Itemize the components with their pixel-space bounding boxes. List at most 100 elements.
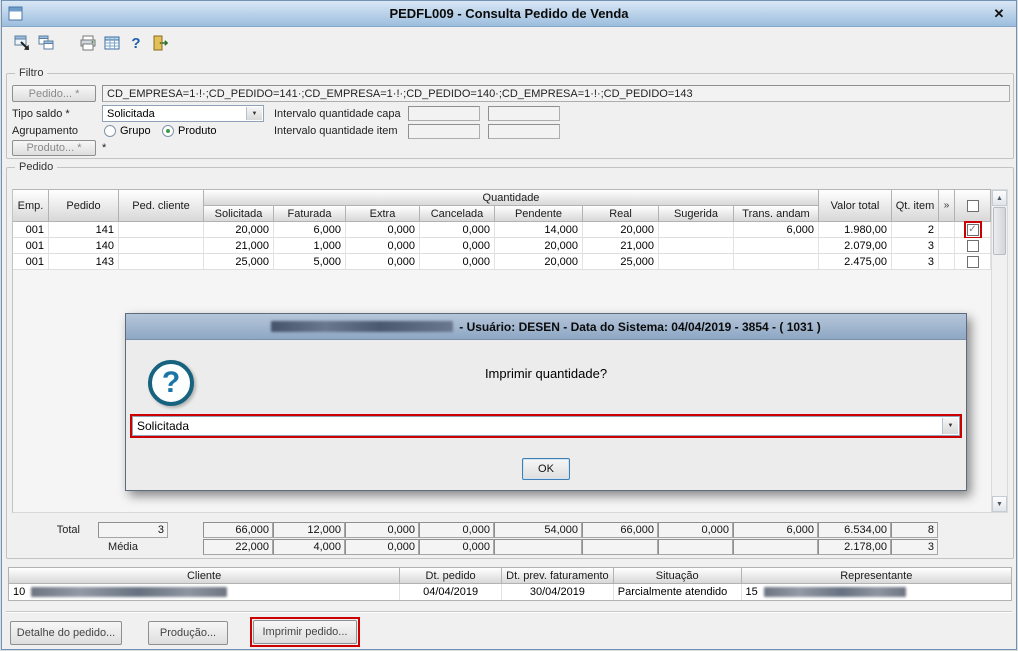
column-header-ped-cliente[interactable]: Ped. cliente (119, 190, 204, 222)
scrollbar-thumb[interactable] (993, 207, 1006, 255)
radio-grupo-icon[interactable] (104, 125, 116, 137)
cell-real[interactable]: 21,000 (583, 238, 659, 254)
cell-pendente[interactable]: 14,000 (495, 222, 583, 238)
detalhe-pedido-button[interactable]: Detalhe do pedido... (10, 621, 122, 645)
cell-ped-cliente[interactable] (119, 238, 204, 254)
column-header-dt-prev-faturamento[interactable]: Dt. prev. faturamento (502, 568, 614, 584)
chevron-down-icon[interactable]: ▼ (942, 418, 958, 434)
cliente-row[interactable]: 10 04/04/2019 30/04/2019 Parcialmente at… (9, 584, 1011, 600)
cell-pendente[interactable]: 20,000 (495, 238, 583, 254)
help-button[interactable]: ? (124, 31, 148, 55)
pedido-filter-button[interactable]: Pedido... * (12, 85, 96, 102)
radio-grupo[interactable]: Grupo (104, 123, 151, 139)
column-header-trans-andam[interactable]: Trans. andam (734, 206, 819, 222)
cell-emp[interactable]: 001 (13, 254, 49, 270)
select-all-checkbox[interactable] (966, 199, 979, 212)
cell-faturada[interactable]: 1,000 (274, 238, 346, 254)
cell-dt-prev-faturamento[interactable]: 30/04/2019 (502, 584, 614, 600)
cell-representante[interactable]: 15 (741, 584, 1011, 600)
cell-pendente[interactable]: 20,000 (495, 254, 583, 270)
column-header-solicitada[interactable]: Solicitada (204, 206, 274, 222)
cell-pedido[interactable]: 140 (49, 238, 119, 254)
column-header-emp[interactable]: Emp. (13, 190, 49, 222)
radio-produto-icon[interactable] (162, 125, 174, 137)
cell-trans-andam[interactable]: 6,000 (734, 222, 819, 238)
radio-produto[interactable]: Produto (162, 123, 217, 139)
ok-button[interactable]: OK (522, 458, 570, 480)
producao-button[interactable]: Produção... (148, 621, 228, 645)
chevron-down-icon[interactable]: ▼ (246, 107, 262, 120)
cell-valor-total[interactable]: 1.980,00 (819, 222, 892, 238)
cell-ped-cliente[interactable] (119, 254, 204, 270)
cell-trans-andam[interactable] (734, 254, 819, 270)
column-header-pedido[interactable]: Pedido (49, 190, 119, 222)
cell-emp[interactable]: 001 (13, 238, 49, 254)
column-header-real[interactable]: Real (583, 206, 659, 222)
column-header-quantidade[interactable]: Quantidade (204, 190, 819, 206)
cell-real[interactable]: 25,000 (583, 254, 659, 270)
cell-valor-total[interactable]: 2.079,00 (819, 238, 892, 254)
cell-dt-pedido[interactable]: 04/04/2019 (400, 584, 503, 600)
cascade-windows-button[interactable] (34, 31, 58, 55)
cell-extra[interactable]: 0,000 (346, 254, 420, 270)
row-checkbox[interactable] (966, 255, 979, 268)
cell-cancelada[interactable]: 0,000 (420, 254, 495, 270)
exit-button[interactable] (148, 31, 172, 55)
grid-view-button[interactable] (100, 31, 124, 55)
table-row[interactable]: 001 143 25,000 5,000 0,000 0,000 20,000 … (13, 254, 991, 270)
cell-pedido[interactable]: 141 (49, 222, 119, 238)
cell-valor-total[interactable]: 2.475,00 (819, 254, 892, 270)
cell-emp[interactable]: 001 (13, 222, 49, 238)
cell-cancelada[interactable]: 0,000 (420, 238, 495, 254)
intervalo-item-to-input[interactable] (488, 124, 560, 139)
column-header-cancelada[interactable]: Cancelada (420, 206, 495, 222)
cell-solicitada[interactable]: 20,000 (204, 222, 274, 238)
column-header-faturada[interactable]: Faturada (274, 206, 346, 222)
cell-qt-item[interactable]: 3 (892, 254, 939, 270)
cell-sugerida[interactable] (659, 222, 734, 238)
column-header-pendente[interactable]: Pendente (495, 206, 583, 222)
cell-solicitada[interactable]: 25,000 (204, 254, 274, 270)
table-row[interactable]: 001 140 21,000 1,000 0,000 0,000 20,000 … (13, 238, 991, 254)
intervalo-item-from-input[interactable] (408, 124, 480, 139)
cell-extra[interactable]: 0,000 (346, 222, 420, 238)
row-checkbox[interactable] (966, 239, 979, 252)
close-icon[interactable]: ✕ (989, 5, 1009, 23)
column-header-extra[interactable]: Extra (346, 206, 420, 222)
column-header-sugerida[interactable]: Sugerida (659, 206, 734, 222)
cell-qt-item[interactable]: 3 (892, 238, 939, 254)
pedido-filter-value-field[interactable]: CD_EMPRESA=1·!·;CD_PEDIDO=141·;CD_EMPRES… (102, 85, 1010, 102)
cell-sugerida[interactable] (659, 238, 734, 254)
cell-ped-cliente[interactable] (119, 222, 204, 238)
cell-real[interactable]: 20,000 (583, 222, 659, 238)
cell-pedido[interactable]: 143 (49, 254, 119, 270)
cell-solicitada[interactable]: 21,000 (204, 238, 274, 254)
intervalo-capa-from-input[interactable] (408, 106, 480, 121)
cell-sugerida[interactable] (659, 254, 734, 270)
cell-extra[interactable]: 0,000 (346, 238, 420, 254)
vertical-scrollbar[interactable]: ▲ ▼ (991, 189, 1008, 513)
cell-cliente[interactable]: 10 (9, 584, 401, 600)
cell-qt-item[interactable]: 2 (892, 222, 939, 238)
run-arrow-button[interactable] (10, 31, 34, 55)
imprimir-pedido-button[interactable]: Imprimir pedido... (253, 620, 357, 644)
tipo-saldo-combobox[interactable]: Solicitada ▼ (102, 105, 264, 122)
cell-faturada[interactable]: 6,000 (274, 222, 346, 238)
print-button[interactable] (76, 31, 100, 55)
intervalo-capa-to-input[interactable] (488, 106, 560, 121)
column-header-representante[interactable]: Representante (741, 568, 1011, 584)
column-header-cliente[interactable]: Cliente (9, 568, 401, 584)
row-checkbox-checked[interactable]: ✓ (966, 223, 979, 236)
cell-faturada[interactable]: 5,000 (274, 254, 346, 270)
cell-cancelada[interactable]: 0,000 (420, 222, 495, 238)
scroll-down-icon[interactable]: ▼ (992, 496, 1007, 512)
table-row[interactable]: 001 141 20,000 6,000 0,000 0,000 14,000 … (13, 220, 991, 239)
column-header-chevron[interactable]: » (939, 190, 955, 222)
column-header-qt-item[interactable]: Qt. item (892, 190, 939, 222)
column-header-valor-total[interactable]: Valor total (819, 190, 892, 222)
column-header-situacao[interactable]: Situação (613, 568, 742, 584)
column-header-dt-pedido[interactable]: Dt. pedido (400, 568, 503, 584)
produto-filter-button[interactable]: Produto... * (12, 140, 96, 156)
quantidade-combobox[interactable]: Solicitada ▼ (132, 416, 960, 436)
cell-situacao[interactable]: Parcialmente atendido (613, 584, 742, 600)
